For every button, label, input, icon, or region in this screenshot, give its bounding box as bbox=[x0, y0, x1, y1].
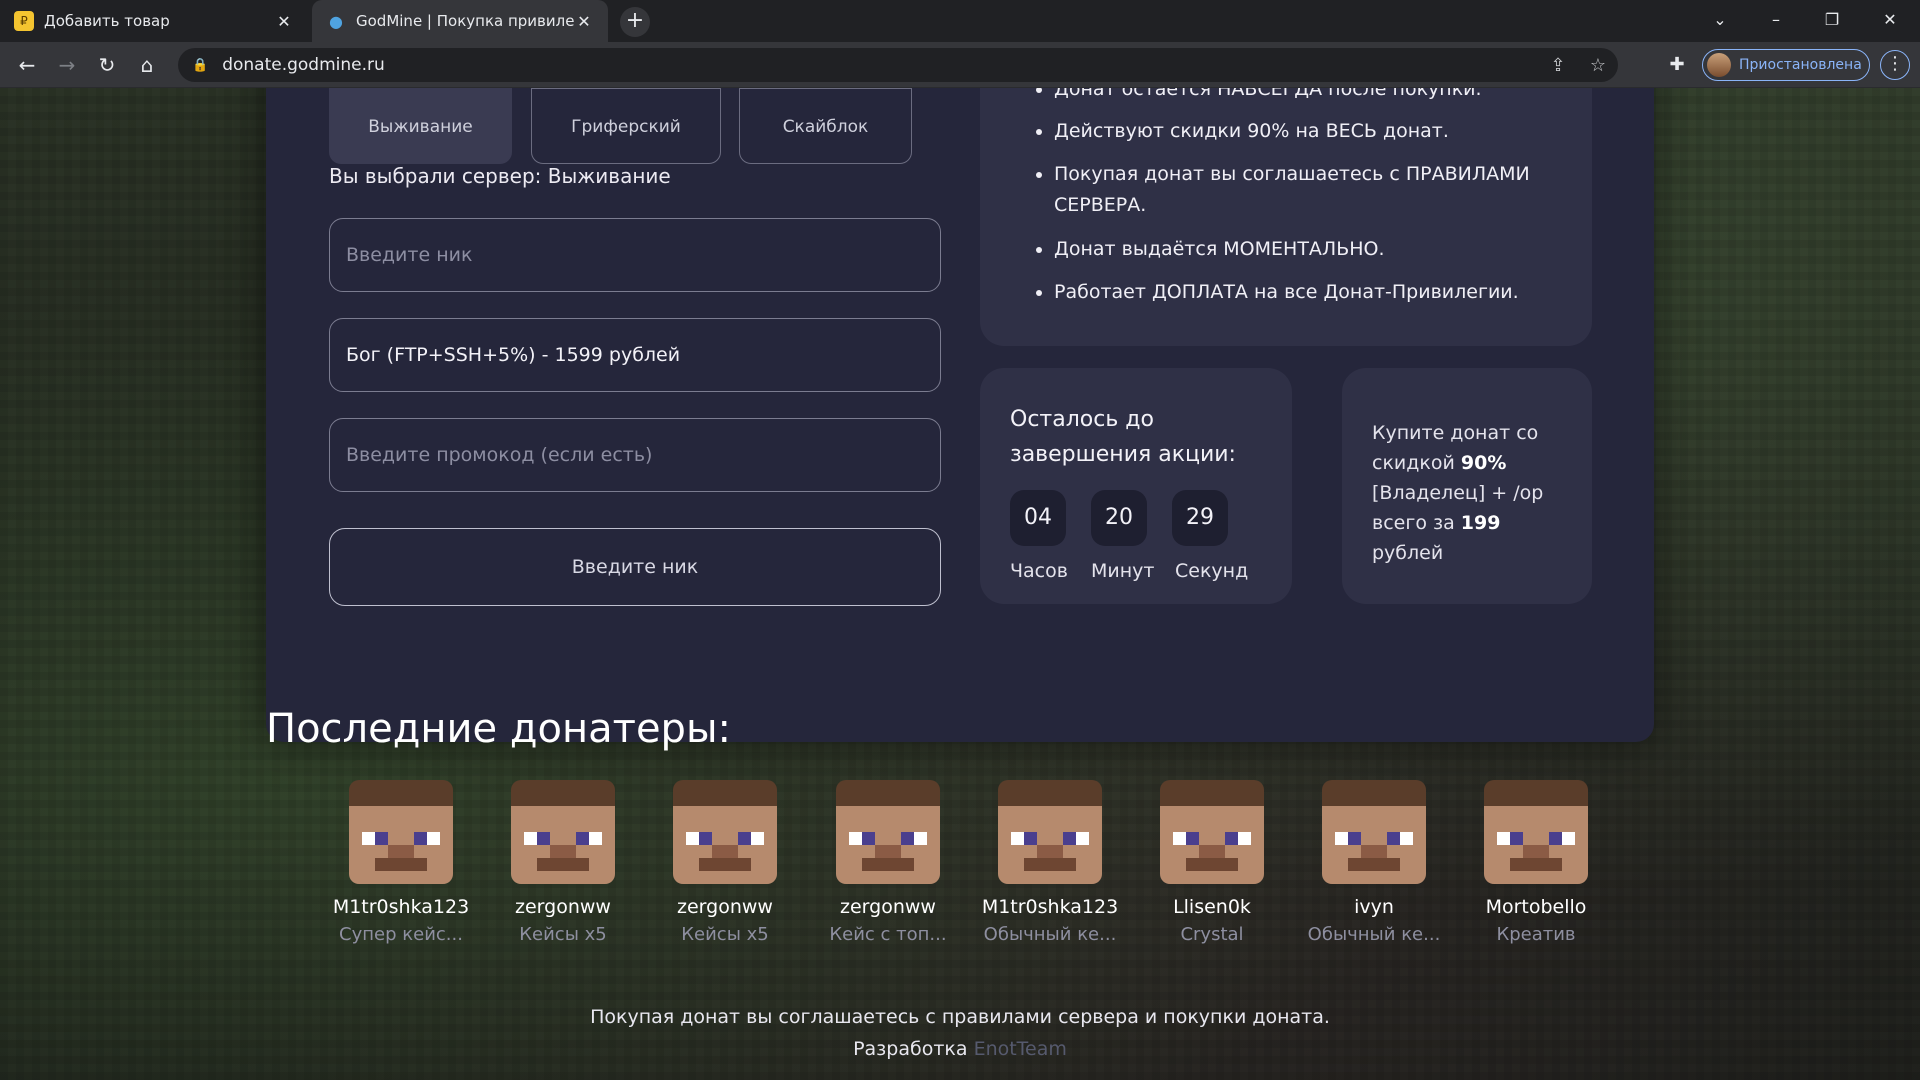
donor-item: Crystal bbox=[1180, 924, 1244, 945]
star-icon[interactable]: ☆ bbox=[1578, 55, 1618, 76]
donor-card: Mortobello Креатив bbox=[1456, 780, 1616, 945]
timer-title: Осталось до завершения акции: bbox=[1010, 407, 1236, 467]
new-tab-button[interactable]: + bbox=[620, 7, 650, 37]
donor-nick: Mortobello bbox=[1485, 896, 1587, 918]
donor-card: ivyn Обычный ке... bbox=[1294, 780, 1454, 945]
donor-nick: Llisen0k bbox=[1173, 896, 1251, 918]
forward-icon[interactable]: → bbox=[52, 50, 82, 80]
promo-line2: [Владелец] + /op всего за bbox=[1372, 482, 1544, 534]
promo-card: Купите донат со скидкой 90% [Владелец] +… bbox=[1342, 368, 1592, 604]
coin-icon: ₽ bbox=[14, 11, 34, 31]
info-item: Действуют скидки 90% на ВЕСЬ донат. bbox=[1054, 116, 1564, 147]
donor-item: Супер кейс... bbox=[339, 924, 463, 945]
share-icon[interactable]: ⇪ bbox=[1538, 55, 1578, 76]
tab-title: Добавить товар bbox=[44, 12, 170, 30]
promo-text: Купите донат со скидкой 90% [Владелец] +… bbox=[1372, 418, 1577, 568]
restore-icon[interactable]: ❐ bbox=[1804, 0, 1860, 42]
address-bar[interactable]: 🔒 donate.godmine.ru ⇪ ☆ bbox=[178, 48, 1618, 82]
tab-add-product[interactable]: ₽ Добавить товар ✕ bbox=[0, 0, 308, 42]
close-icon[interactable]: ✕ bbox=[574, 12, 594, 31]
lock-icon[interactable]: 🔒 bbox=[192, 58, 208, 73]
tab-title: GodMine | Покупка привилегий bbox=[356, 12, 574, 30]
donor-nick: zergonww bbox=[515, 896, 611, 918]
server-button-skyblock[interactable]: Скайблок bbox=[739, 88, 912, 164]
info-item: Донат выдаётся МОМЕНТАЛЬНО. bbox=[1054, 234, 1564, 265]
timer-minutes: 20 bbox=[1091, 490, 1147, 546]
browser-toolbar: ← → ↻ ⌂ 🔒 donate.godmine.ru ⇪ ☆ ✚ Приост… bbox=[0, 42, 1920, 88]
player-head-icon bbox=[349, 780, 453, 884]
timer-hours-label: Часов bbox=[1010, 560, 1068, 582]
minimize-icon[interactable]: – bbox=[1748, 0, 1804, 42]
donor-item: Кейсы x5 bbox=[519, 924, 607, 945]
window-close-icon[interactable]: ✕ bbox=[1862, 0, 1918, 42]
donor-item: Креатив bbox=[1496, 924, 1576, 945]
url-text[interactable]: donate.godmine.ru bbox=[222, 55, 1538, 75]
promo-line1: Купите донат со скидкой bbox=[1372, 422, 1539, 474]
promo-price: 199 bbox=[1460, 512, 1501, 534]
footer-dev-prefix: Разработка bbox=[853, 1038, 968, 1060]
donor-card: zergonww Кейс с топ... bbox=[808, 780, 968, 945]
reload-icon[interactable]: ↻ bbox=[92, 50, 122, 80]
profile-button[interactable]: Приостановлена bbox=[1702, 49, 1870, 81]
player-head-icon bbox=[1160, 780, 1264, 884]
profile-label: Приостановлена bbox=[1739, 57, 1862, 73]
timer-card: Осталось до завершения акции: 04 20 29 Ч… bbox=[980, 368, 1292, 604]
info-item: Покупая донат вы соглашаетесь с ПРАВИЛАМ… bbox=[1054, 159, 1564, 221]
promo-line3: рублей bbox=[1372, 542, 1444, 564]
chevron-down-icon[interactable]: ⌄ bbox=[1692, 0, 1748, 42]
donor-nick: M1tr0shka123 bbox=[981, 896, 1119, 918]
promo-discount: 90% bbox=[1460, 452, 1507, 474]
menu-icon[interactable]: ⋮ bbox=[1880, 50, 1910, 80]
donor-nick: ivyn bbox=[1354, 896, 1394, 918]
extensions-icon[interactable]: ✚ bbox=[1662, 50, 1692, 80]
server-button-griefer[interactable]: Гриферский bbox=[531, 88, 721, 164]
player-head-icon bbox=[998, 780, 1102, 884]
player-head-icon bbox=[673, 780, 777, 884]
tab-godmine[interactable]: ● GodMine | Покупка привилегий ✕ bbox=[312, 0, 608, 42]
info-item: Донат остается НАВСЕГДА после покупки. bbox=[1054, 88, 1564, 105]
timer-hours: 04 bbox=[1010, 490, 1066, 546]
selected-server-text: Вы выбрали сервер: Выживание bbox=[329, 164, 671, 188]
nick-input[interactable]: Введите ник bbox=[329, 218, 941, 292]
donors-title: Последние донатеры: bbox=[266, 706, 731, 752]
donor-card: M1tr0shka123 Супер кейс... bbox=[321, 780, 481, 945]
donor-item: Кейсы x5 bbox=[681, 924, 769, 945]
server-button-survival[interactable]: Выживание bbox=[329, 88, 512, 164]
page-viewport: Выживание Гриферский Скайблок Вы выбрали… bbox=[0, 88, 1920, 1080]
site-icon: ● bbox=[329, 11, 343, 31]
browser-tabstrip: ₽ Добавить товар ✕ ● GodMine | Покупка п… bbox=[0, 0, 1920, 42]
donor-nick: M1tr0shka123 bbox=[332, 896, 470, 918]
donor-card: zergonww Кейсы x5 bbox=[645, 780, 805, 945]
donor-nick: zergonww bbox=[677, 896, 773, 918]
close-icon[interactable]: ✕ bbox=[274, 12, 294, 31]
donor-item: Обычный ке... bbox=[1307, 924, 1441, 945]
donor-nick: zergonww bbox=[840, 896, 936, 918]
footer-dev-link[interactable]: EnotTeam bbox=[974, 1038, 1067, 1060]
timer-seconds-label: Секунд bbox=[1175, 560, 1249, 582]
promo-input[interactable]: Введите промокод (если есть) bbox=[329, 418, 941, 492]
info-item: Работает ДОПЛАТА на все Донат-Привилегии… bbox=[1054, 277, 1564, 308]
submit-button[interactable]: Введите ник bbox=[329, 528, 941, 606]
donor-card: Llisen0k Crystal bbox=[1132, 780, 1292, 945]
timer-seconds: 29 bbox=[1172, 490, 1228, 546]
avatar bbox=[1707, 53, 1731, 77]
donor-item: Обычный ке... bbox=[983, 924, 1117, 945]
info-card: Донат остается НАВСЕГДА после покупки. Д… bbox=[980, 88, 1592, 346]
footer-dev: Разработка EnotTeam bbox=[0, 1038, 1920, 1060]
footer-agreement: Покупая донат вы соглашаетесь с правилам… bbox=[590, 1006, 1330, 1028]
privilege-select[interactable]: Бог (FTP+SSH+5%) - 1599 рублей bbox=[329, 318, 941, 392]
player-head-icon bbox=[511, 780, 615, 884]
player-head-icon bbox=[1322, 780, 1426, 884]
donor-item: Кейс с топ... bbox=[829, 924, 947, 945]
home-icon[interactable]: ⌂ bbox=[132, 50, 162, 80]
donor-card: M1tr0shka123 Обычный ке... bbox=[970, 780, 1130, 945]
timer-minutes-label: Минут bbox=[1091, 560, 1155, 582]
back-icon[interactable]: ← bbox=[12, 50, 42, 80]
player-head-icon bbox=[836, 780, 940, 884]
donor-card: zergonww Кейсы x5 bbox=[483, 780, 643, 945]
player-head-icon bbox=[1484, 780, 1588, 884]
